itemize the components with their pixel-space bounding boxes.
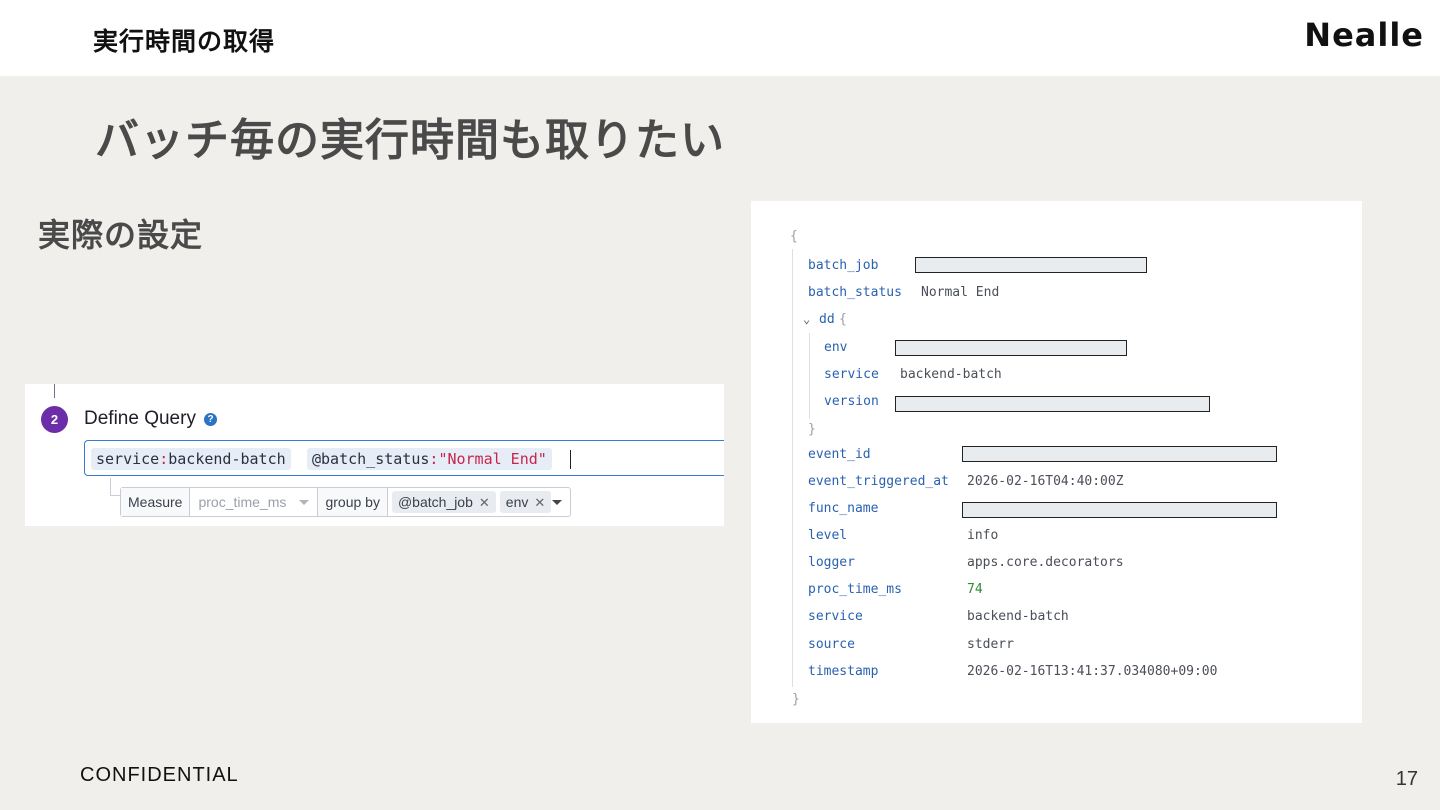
json-key: batch_status (808, 285, 902, 300)
redacted-value (962, 446, 1277, 462)
json-key: env (824, 340, 848, 355)
token-colon: : (159, 450, 169, 468)
slide-title: バッチ毎の実行時間も取りたい (95, 115, 725, 166)
json-key: event_id (808, 447, 871, 462)
caret-down-icon (299, 500, 310, 505)
json-value: 2026-02-16T04:40:00Z (967, 474, 1124, 489)
close-brace: } (808, 422, 816, 437)
token-key: service (96, 450, 160, 468)
close-icon[interactable]: ✕ (479, 495, 490, 510)
query-token-batch-status[interactable]: @batch_status:"Normal End" (307, 448, 552, 470)
indent-guide (792, 249, 793, 687)
slide-subtitle: 実際の設定 (38, 216, 204, 254)
json-value: info (967, 528, 999, 543)
group-by-tag-env[interactable]: env ✕ (499, 491, 552, 513)
json-value: 2026-02-16T13:41:37.034080+09:00 (967, 664, 1218, 679)
open-brace: { (790, 229, 798, 244)
json-value: stderr (967, 637, 1014, 652)
json-value: apps.core.decorators (967, 555, 1124, 570)
brand-logo: Nealle (1304, 16, 1424, 54)
redacted-value (962, 502, 1277, 518)
tag-label: env (505, 494, 529, 510)
group-by-label: group by (318, 488, 388, 516)
indent-guide (809, 333, 810, 419)
measure-placeholder: proc_time_ms (198, 494, 287, 510)
query-search-input[interactable]: service:backend-batch @batch_status:"Nor… (84, 440, 724, 476)
json-key: service (824, 367, 879, 382)
token-value: "Normal End" (438, 450, 547, 468)
json-key: proc_time_ms (808, 582, 902, 597)
open-brace: { (839, 312, 847, 327)
step-number-badge: 2 (41, 406, 68, 433)
slide-header: 実行時間の取得 Nealle (0, 0, 1440, 76)
json-value: backend-batch (900, 367, 1002, 382)
step-title: Define Query (84, 408, 196, 429)
json-key: source (808, 637, 855, 652)
redacted-value (895, 340, 1127, 356)
chevron-down-icon[interactable]: ⌄ (803, 312, 810, 326)
json-key: service (808, 609, 863, 624)
help-icon[interactable]: ? (204, 413, 217, 426)
query-editor-panel: 2 Define Query ? service:backend-batch @… (25, 384, 724, 526)
query-token-service[interactable]: service:backend-batch (91, 448, 291, 470)
query-controls: Measure proc_time_ms group by @batch_job… (120, 487, 571, 517)
json-key: level (808, 528, 848, 543)
json-key: event_triggered_at (808, 474, 949, 489)
group-by-tag-batch-job[interactable]: @batch_job ✕ (391, 491, 496, 513)
token-key: @batch_status (312, 450, 430, 468)
json-key: logger (808, 555, 855, 570)
json-attributes-panel: { batch_job batch_status Normal End ⌄ dd… (751, 201, 1362, 723)
section-title: 実行時間の取得 (93, 27, 276, 56)
redacted-value (915, 257, 1147, 273)
token-value: backend-batch (168, 450, 286, 468)
text-cursor (570, 450, 571, 469)
json-value: backend-batch (967, 609, 1069, 624)
json-key: version (824, 394, 879, 409)
step-connector-line (54, 384, 55, 398)
json-key: timestamp (808, 664, 879, 679)
caret-down-icon[interactable] (551, 500, 562, 505)
json-key[interactable]: dd (819, 312, 835, 327)
tag-label: @batch_job (397, 494, 473, 510)
json-value: Normal End (921, 285, 1000, 300)
json-number-value: 74 (967, 582, 983, 597)
close-brace: } (792, 692, 800, 707)
redacted-value (895, 396, 1210, 412)
measure-select[interactable]: proc_time_ms (190, 488, 319, 516)
confidential-label: CONFIDENTIAL (80, 764, 239, 786)
page-number: 17 (1395, 768, 1418, 790)
close-icon[interactable]: ✕ (534, 495, 545, 510)
measure-label: Measure (121, 488, 191, 516)
json-key: batch_job (808, 258, 879, 273)
group-by-select[interactable]: @batch_job ✕ env ✕ (388, 488, 570, 516)
json-key: func_name (808, 501, 879, 516)
